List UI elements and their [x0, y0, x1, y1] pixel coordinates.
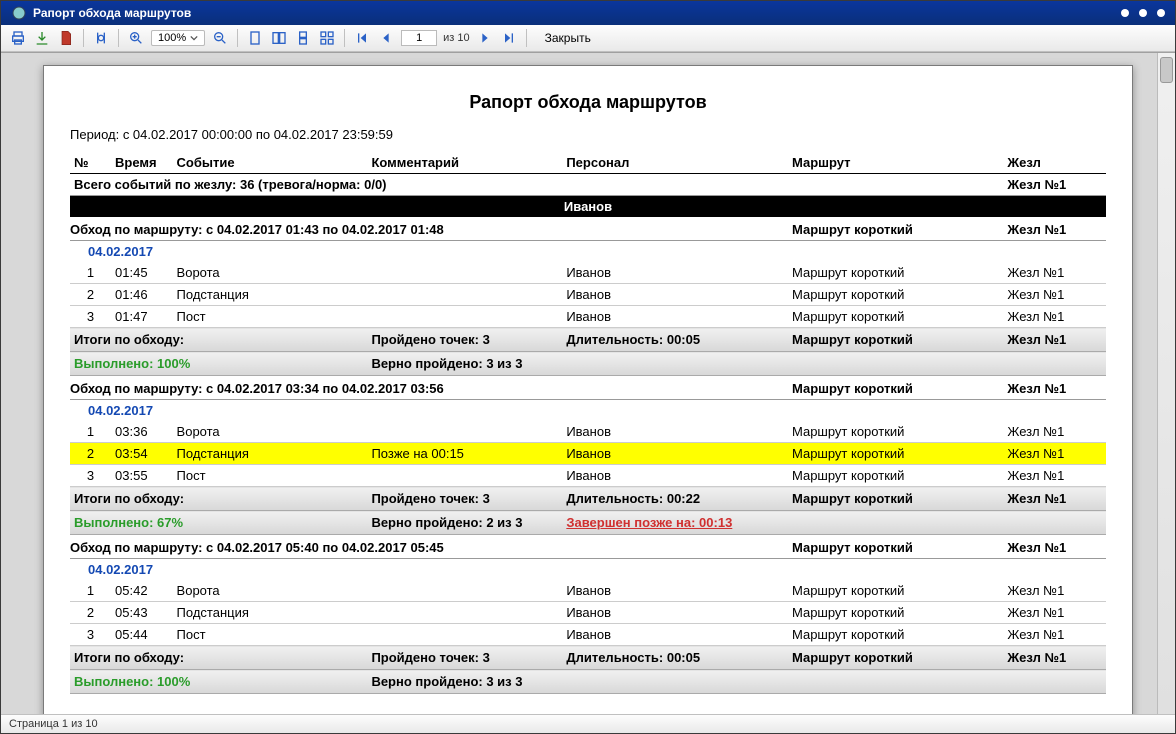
- page-input[interactable]: [401, 30, 437, 46]
- view-single-page-icon[interactable]: [246, 29, 264, 47]
- print-icon[interactable]: [9, 29, 27, 47]
- report-table: № Время Событие Комментарий Персонал Мар…: [70, 152, 1106, 694]
- window-title: Рапорт обхода маршрутов: [33, 6, 191, 20]
- toolbar-sep-4: [344, 29, 345, 47]
- page-total-label: из 10: [443, 32, 469, 44]
- th-route: Маршрут: [788, 152, 1003, 174]
- last-page-icon[interactable]: [500, 29, 518, 47]
- app-window: Рапорт обхода маршрутов 100%: [0, 0, 1176, 734]
- table-row: 205:43ПодстанцияИвановМаршрут короткийЖе…: [70, 602, 1106, 624]
- th-comment: Комментарий: [367, 152, 562, 174]
- header-row: № Время Событие Комментарий Персонал Мар…: [70, 152, 1106, 174]
- table-row: 101:45ВоротаИвановМаршрут короткийЖезл №…: [70, 262, 1106, 284]
- toolbar-sep-2: [118, 29, 119, 47]
- report-period: Период: с 04.02.2017 00:00:00 по 04.02.2…: [70, 127, 1106, 142]
- th-baton: Жезл: [1003, 152, 1106, 174]
- th-event: Событие: [173, 152, 368, 174]
- zoom-in-icon[interactable]: [127, 29, 145, 47]
- totals-row: Итоги по обходу:Пройдено точек: 3Длитель…: [70, 328, 1106, 352]
- th-num: №: [70, 152, 111, 174]
- th-person: Персонал: [562, 152, 788, 174]
- window-dot-min[interactable]: [1121, 9, 1129, 17]
- view-continuous-icon[interactable]: [294, 29, 312, 47]
- totals-row: Итоги по обходу:Пройдено точек: 3Длитель…: [70, 487, 1106, 511]
- table-row: 303:55ПостИвановМаршрут короткийЖезл №1: [70, 465, 1106, 487]
- toolbar-sep-3: [237, 29, 238, 47]
- date-row: 04.02.2017: [70, 559, 1106, 581]
- close-button[interactable]: Закрыть: [545, 31, 591, 45]
- report-viewport[interactable]: Рапорт обхода маршрутов Период: с 04.02.…: [1, 52, 1175, 714]
- pdf-icon[interactable]: [57, 29, 75, 47]
- route-header-row: Обход по маршруту: с 04.02.2017 03:34 по…: [70, 376, 1106, 400]
- route-header-row: Обход по маршруту: с 04.02.2017 01:43 по…: [70, 217, 1106, 241]
- scrollbar-thumb[interactable]: [1160, 57, 1173, 83]
- export-icon[interactable]: [33, 29, 51, 47]
- zoom-value: 100%: [158, 32, 186, 44]
- view-grid-icon[interactable]: [318, 29, 336, 47]
- table-row: 203:54ПодстанцияПозже на 00:15ИвановМарш…: [70, 443, 1106, 465]
- totals-row-2: Выполнено: 100%Верно пройдено: 3 из 3: [70, 670, 1106, 694]
- table-row: 305:44ПостИвановМаршрут короткийЖезл №1: [70, 624, 1106, 646]
- next-page-icon[interactable]: [476, 29, 494, 47]
- summary-row: Всего событий по жезлу: 36 (тревога/норм…: [70, 174, 1106, 196]
- vertical-scrollbar[interactable]: [1157, 53, 1175, 714]
- table-row: 105:42ВоротаИвановМаршрут короткийЖезл №…: [70, 580, 1106, 602]
- window-dot-close[interactable]: [1157, 9, 1165, 17]
- totals-row-2: Выполнено: 67%Верно пройдено: 2 из 3Заве…: [70, 511, 1106, 535]
- toolbar: 100% из 10: [1, 25, 1175, 52]
- report-page: Рапорт обхода маршрутов Период: с 04.02.…: [43, 65, 1133, 714]
- zoom-select[interactable]: 100%: [151, 30, 205, 46]
- zoom-out-icon[interactable]: [211, 29, 229, 47]
- table-row: 201:46ПодстанцияИвановМаршрут короткийЖе…: [70, 284, 1106, 306]
- table-row: 103:36ВоротаИвановМаршрут короткийЖезл №…: [70, 421, 1106, 443]
- view-facing-pages-icon[interactable]: [270, 29, 288, 47]
- person-band: Иванов: [70, 196, 1106, 218]
- title-bar: Рапорт обхода маршрутов: [1, 1, 1175, 25]
- app-icon: [11, 5, 27, 21]
- date-row: 04.02.2017: [70, 400, 1106, 422]
- totals-row-2: Выполнено: 100%Верно пройдено: 3 из 3: [70, 352, 1106, 376]
- toolbar-sep-1: [83, 29, 84, 47]
- status-bar: Страница 1 из 10: [1, 714, 1175, 733]
- date-row: 04.02.2017: [70, 241, 1106, 263]
- window-controls[interactable]: [1121, 9, 1165, 17]
- table-row: 301:47ПостИвановМаршрут короткийЖезл №1: [70, 306, 1106, 328]
- toolbar-sep-5: [526, 29, 527, 47]
- report-title: Рапорт обхода маршрутов: [70, 92, 1106, 113]
- window-dot-max[interactable]: [1139, 9, 1147, 17]
- prev-page-icon[interactable]: [377, 29, 395, 47]
- status-page-label: Страница 1 из 10: [9, 718, 98, 730]
- find-icon[interactable]: [92, 29, 110, 47]
- route-header-row: Обход по маршруту: с 04.02.2017 05:40 по…: [70, 535, 1106, 559]
- first-page-icon[interactable]: [353, 29, 371, 47]
- totals-row: Итоги по обходу:Пройдено точек: 3Длитель…: [70, 646, 1106, 670]
- th-time: Время: [111, 152, 173, 174]
